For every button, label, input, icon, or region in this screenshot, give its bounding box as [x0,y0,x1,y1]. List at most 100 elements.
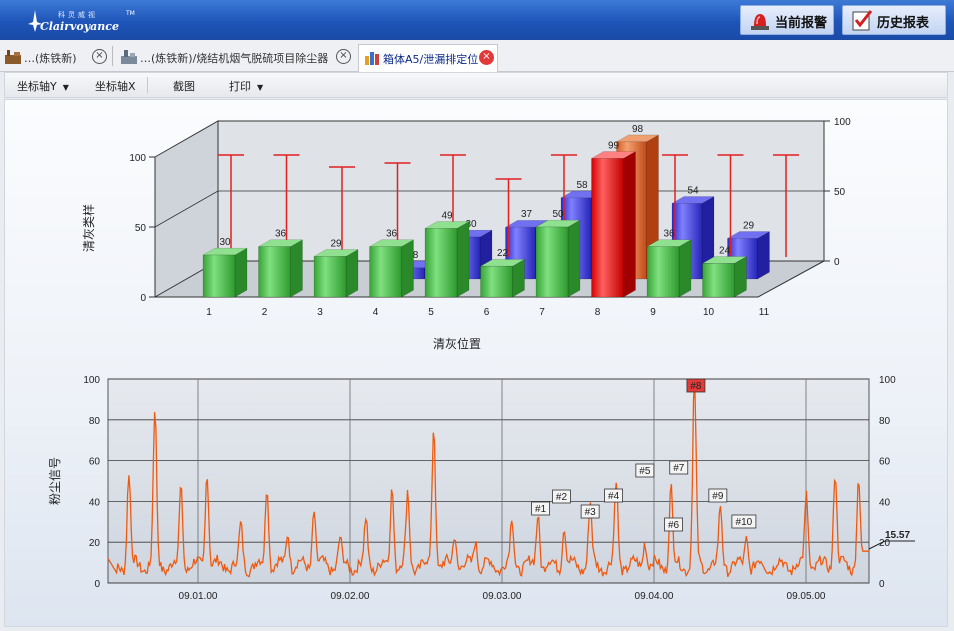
bar-series1 [590,151,637,298]
bar-series1 [424,221,470,298]
bar-value-label: 98 [632,124,644,135]
leak-marker[interactable]: #1 [531,501,551,516]
bar-value-label: 99 [608,140,620,151]
leak-marker-label: #10 [736,517,753,528]
leak-marker[interactable]: #5 [635,463,655,478]
brand-logo: 科灵威视 Clairvoyance TM [28,6,135,34]
bar-series1 [368,239,415,298]
tab-ironmaking-label: …(炼铁新) [24,52,77,65]
bar-category-label: 1 [206,307,212,318]
bar-ytick-left: 100 [129,153,146,164]
line-xtick: 09.05.00 [787,591,826,602]
leak-marker[interactable]: #8 [686,378,706,393]
axis-x-button[interactable]: 坐标轴X [95,78,136,94]
bar-value-label: 50 [552,209,564,220]
leak-marker[interactable]: #4 [604,488,623,503]
bar-value-label: 54 [687,185,699,196]
current-alarm-button[interactable]: 当前报警 [740,5,834,35]
tab-close-icon[interactable]: × [92,49,107,64]
dropdown-arrow-icon: ▼ [62,83,69,92]
leak-marker[interactable]: #7 [669,460,689,475]
line-ytick-right: 100 [879,375,896,386]
dust-signal-line-chart: 0 020 2040 4060 6080 80100 10009.01.00 09.02.00… [48,375,915,602]
bar-category-label: 2 [262,307,268,318]
axis-y-menu[interactable]: 坐标轴Y ▼ [17,78,69,94]
tab-divider [112,46,113,66]
chart-panel: 0 50 100 0 50 100 1 2 3 4 5 6 7 8 9 10 11 8 30 37 58 98 54 29 3… [4,99,948,627]
current-alarm-label: 当前报警 [775,16,828,31]
screenshot-button[interactable]: 截图 [173,78,195,94]
tab-ironmaking[interactable]: …(炼铁新) × [0,44,110,70]
history-report-label: 历史报表 [877,16,930,31]
leak-marker[interactable]: #3 [580,504,600,519]
bar-value-label: 29 [330,238,342,249]
bar-category-label: 9 [650,307,656,318]
bar-ytick-right: 50 [834,187,846,198]
bar-ytick-right: 100 [834,117,851,128]
bar-series1 [313,249,359,298]
leak-marker-label: #6 [668,520,680,531]
tab-leak-location-label: 箱体A5/泄漏排定位 [383,53,479,66]
dropdown-arrow-icon: ▼ [257,83,264,92]
bar-ytick-right: 0 [834,257,840,268]
bar-ytick-left: 50 [135,223,147,234]
bar-series1 [257,239,304,298]
tab-leak-location[interactable]: 箱体A5/泄漏排定位 × [358,44,498,72]
bar-series1 [701,256,748,298]
logo-en-text: Clairvoyance [40,20,119,33]
bar-series1 [202,247,248,298]
leak-marker[interactable]: #9 [708,488,728,503]
leak-marker-label: #8 [690,381,702,392]
bar-category-label: 8 [595,307,601,318]
current-value-text: 15.57 [885,530,910,541]
bar-ytick-left: 0 [140,293,146,304]
leak-marker-label: #9 [712,491,724,502]
leak-marker-label: #3 [585,507,597,518]
leak-marker[interactable]: #6 [664,517,683,532]
line-chart-plot-area [107,378,870,584]
current-value-callout: 15.57 [868,530,915,550]
line-ytick-left: 20 [89,538,101,549]
bar-value-label: 49 [441,210,453,221]
bar-category-label: 5 [428,307,434,318]
tab-desulfurization-label: …(炼铁新)/烧结机烟气脱硫项目除尘器 [140,52,329,65]
bar-value-label: 30 [219,237,231,248]
bar-category-label: 11 [759,307,770,318]
charts-canvas: 0501000501001 2 3 4 5 6 7 8 9 10 11 83037589854293… [48,117,915,602]
app-header: 科灵威视 Clairvoyance TM 当前报警 历史报表 [0,0,954,40]
tab-bar: …(炼铁新) × …(炼铁新)/烧结机烟气脱硫项目除尘器 × 箱体A5/泄漏排定… [0,40,954,72]
logo-tm-text: TM [126,10,135,17]
leak-marker[interactable]: #2 [552,489,571,504]
bar-value-label: 36 [663,229,675,240]
line-ytick-right: 0 [879,579,885,590]
bar-category-label: 10 [703,307,715,318]
cube-chart-icon [365,52,379,65]
bar-category-label: 4 [373,307,379,318]
leak-bar-chart: 0501000501001 2 3 4 5 6 7 8 9 10 11 83037589854293… [81,117,851,351]
tab-close-icon[interactable]: × [336,49,351,64]
bar-value-label: 29 [743,220,755,231]
line-ytick-right: 60 [879,457,891,468]
tab-desulfurization-duster[interactable]: …(炼铁新)/烧结机烟气脱硫项目除尘器 × [116,44,356,70]
leak-marker-label: #7 [673,463,685,474]
line-xtick: 09.01.00 [179,591,218,602]
line-xtick: 09.03.00 [483,591,522,602]
line-xtick: 09.02.00 [331,591,370,602]
bar-chart-xlabel: 清灰位置 [433,336,481,351]
axis-y-label: 坐标轴Y [17,80,57,93]
leak-marker-label: #1 [535,504,547,515]
history-report-button[interactable]: 历史报表 [842,5,946,35]
leak-marker[interactable]: #10 [731,514,757,529]
toolbar-divider [147,77,148,93]
line-ytick-right: 40 [879,497,891,508]
line-ytick-left: 80 [89,416,101,427]
print-menu[interactable]: 打印 ▼ [229,78,263,94]
bar-value-label: 36 [386,229,398,240]
chart-toolbar: 坐标轴Y ▼ 坐标轴X 截图 打印 ▼ [4,72,948,98]
tab-close-icon[interactable]: × [479,50,494,65]
line-ytick-left: 100 [83,375,100,386]
bar-chart-ylabel: 清灰类样 [81,204,96,252]
bar-category-label: 6 [484,307,490,318]
logo-cn-text: 科灵威视 [58,11,98,19]
line-ytick-left: 40 [89,497,101,508]
